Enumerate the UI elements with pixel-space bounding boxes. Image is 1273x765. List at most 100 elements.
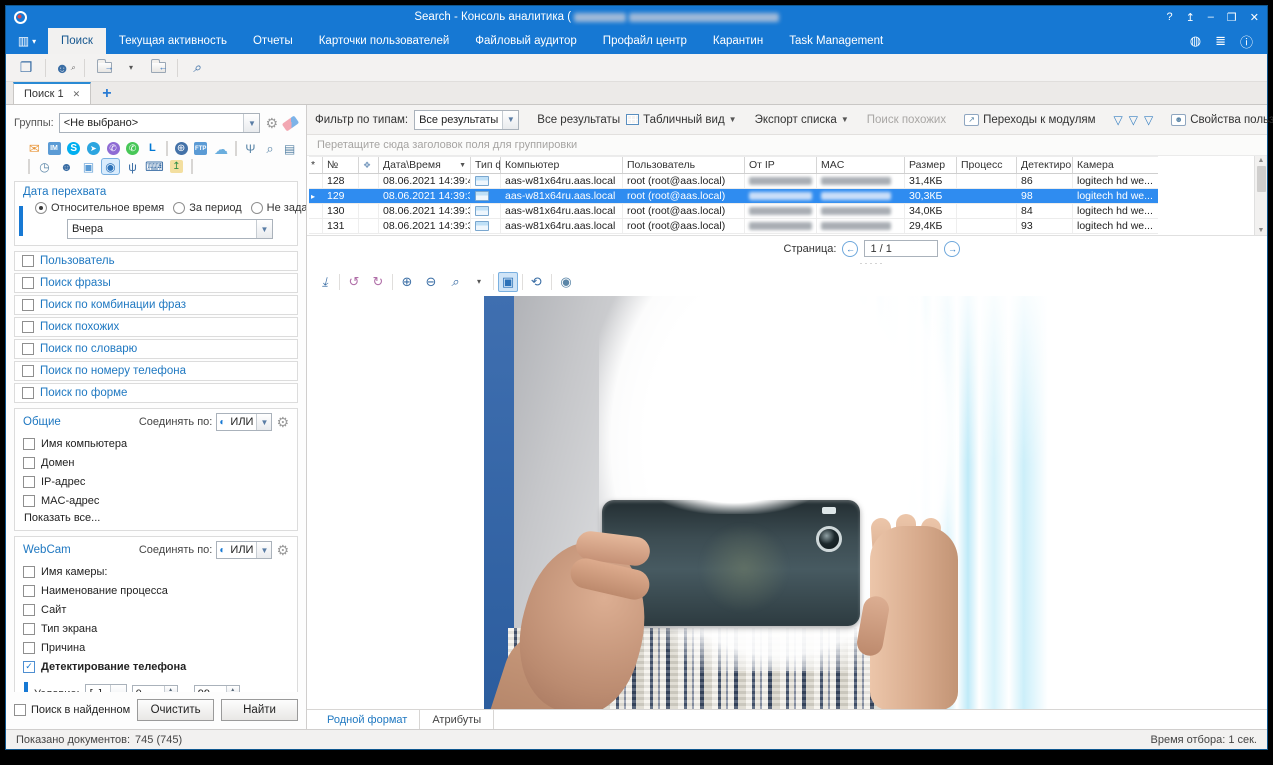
export-list-button[interactable]: Экспорт списка ▼ — [755, 114, 849, 126]
checkbox-icon[interactable] — [23, 457, 35, 469]
separator[interactable] — [493, 274, 494, 290]
menu-tab-task-management[interactable]: Task Management — [776, 28, 896, 54]
checkbox-item[interactable]: Домен — [23, 453, 289, 472]
splitter-handle[interactable]: ····· — [307, 261, 1267, 268]
save-image-icon[interactable]: ⤓ — [315, 272, 335, 292]
document-tab-search-1[interactable]: Поиск 1 ✕ — [13, 82, 91, 104]
viber-icon[interactable]: ✆ — [105, 140, 122, 157]
checkbox-item[interactable]: Детектирование телефона — [23, 657, 289, 676]
col-header-ip[interactable]: От IP — [745, 157, 817, 173]
search-in-found-checkbox[interactable]: Поиск в найденном — [14, 704, 130, 716]
tab-native-format[interactable]: Родной формат — [315, 710, 420, 729]
radio-option[interactable]: Относительное время — [35, 202, 164, 214]
checkbox-item[interactable]: MAC-адрес — [23, 491, 289, 510]
search-filter-row[interactable]: Поиск по комбинации фраз — [14, 295, 298, 315]
checkbox-icon[interactable] — [22, 277, 34, 289]
condition-from-stepper[interactable]: 0 ▲▼ — [132, 685, 178, 692]
sync-icon[interactable]: ⟲ — [527, 272, 547, 292]
table-scrollbar[interactable]: ▲ ▼ — [1254, 156, 1267, 235]
go-to-modules-button[interactable]: ↗ Переходы к модулям — [964, 114, 1095, 126]
id-search-button[interactable]: ⌕ — [186, 57, 208, 79]
filter-apply-icon[interactable]: ▽ — [1144, 113, 1153, 127]
http-icon[interactable]: ⊕ — [173, 140, 190, 157]
join-by-select[interactable]: ◐ ИЛИ ▼ — [216, 541, 272, 559]
ftp-icon[interactable]: FTP — [192, 140, 209, 157]
checkbox-icon[interactable] — [22, 387, 34, 399]
col-header-date[interactable]: Дата\Время ▼ — [379, 157, 471, 173]
checkbox-icon[interactable] — [23, 642, 35, 654]
col-header-camera[interactable]: Камера — [1073, 157, 1158, 173]
col-header-detected[interactable]: Детектирова — [1017, 157, 1073, 173]
monitor-icon[interactable]: ▣ — [79, 158, 98, 175]
close-tab-icon[interactable]: ✕ — [73, 89, 81, 100]
scroll-up-icon[interactable]: ▲ — [1258, 157, 1265, 164]
restore-button[interactable]: ❐ — [1227, 11, 1237, 24]
checkbox-icon[interactable] — [23, 585, 35, 597]
table-row[interactable]: 131 08.06.2021 14:39:33 aas-w81x64ru.aas… — [309, 219, 1158, 234]
separator[interactable] — [191, 159, 193, 174]
checkbox-icon[interactable] — [23, 476, 35, 488]
scroll-down-icon[interactable]: ▼ — [1258, 227, 1265, 234]
menu-tab-profile-center[interactable]: Профайл центр — [590, 28, 700, 54]
app-menu-button[interactable]: ▥ ▾ — [6, 28, 48, 54]
lync-icon[interactable]: L — [144, 140, 161, 157]
chevron-down-icon[interactable]: ▼ — [243, 114, 259, 132]
groups-select[interactable]: <Не выбрано> ▼ — [59, 113, 261, 133]
clear-button[interactable]: Очистить — [137, 699, 214, 721]
join-by-select[interactable]: ◐ ИЛИ ▼ — [216, 413, 272, 431]
import-search-button[interactable]: ← — [147, 57, 169, 79]
separator[interactable] — [551, 274, 552, 290]
col-header-user[interactable]: Пользователь — [623, 157, 745, 173]
search-filter-row[interactable]: Поиск по форме — [14, 383, 298, 403]
tag-icon[interactable]: ❖ — [363, 160, 371, 171]
checkbox-icon[interactable] — [23, 566, 35, 578]
checkbox-item[interactable]: Сайт — [23, 600, 289, 619]
table-row[interactable]: 128 08.06.2021 14:39:41 aas-w81x64ru.aas… — [309, 174, 1158, 189]
device-search-icon[interactable]: ⌕ — [262, 140, 279, 157]
zoom-menu-icon[interactable]: ⌕ — [445, 272, 465, 292]
whatsapp-icon[interactable]: ✆ — [124, 140, 141, 157]
printer-icon[interactable]: ▤ — [281, 140, 298, 157]
checkbox-icon[interactable] — [14, 704, 26, 716]
checkbox-icon[interactable] — [22, 299, 34, 311]
table-row[interactable]: 130 08.06.2021 14:39:36 aas-w81x64ru.aas… — [309, 204, 1158, 219]
col-header-number[interactable]: № — [323, 157, 359, 173]
zoom-out-icon[interactable]: ⊖ — [421, 272, 441, 292]
checkbox-icon[interactable] — [23, 495, 35, 507]
menu-tab-file-auditor[interactable]: Файловый аудитор — [462, 28, 590, 54]
next-page-button[interactable]: → — [944, 241, 960, 257]
col-header-filetype[interactable]: Тип фа — [471, 157, 501, 173]
checkbox-icon[interactable] — [22, 343, 34, 355]
condition-operator-select[interactable]: [..] ▼ — [85, 684, 127, 692]
type-filter-select[interactable]: Все результаты ▼ — [414, 110, 519, 130]
scrollbar-thumb[interactable] — [1257, 166, 1266, 192]
checkbox-icon[interactable] — [23, 438, 35, 450]
relative-period-select[interactable]: Вчера ▼ — [67, 219, 273, 239]
show-all-link[interactable]: Показать все... — [24, 512, 289, 524]
im-icon[interactable]: IM — [46, 140, 63, 157]
user-search-button[interactable]: ☻⌕ — [54, 57, 76, 79]
checkbox-item[interactable]: Тип экрана — [23, 619, 289, 638]
api-icon[interactable]: ◍ — [1190, 33, 1201, 49]
group-by-drop-zone[interactable]: Перетащите сюда заголовок поля для групп… — [307, 135, 1267, 156]
skype-icon[interactable]: S — [65, 140, 82, 157]
chevron-down-icon[interactable]: ▼ — [110, 685, 126, 692]
chevron-down-icon[interactable]: ▼ — [256, 542, 271, 558]
zoom-menu-caret[interactable]: ▾ — [469, 272, 489, 292]
webcam-icon[interactable]: ◉ — [101, 158, 120, 175]
chevron-down-icon[interactable]: ▼ — [256, 414, 271, 430]
window-copy-button[interactable]: ❐ — [15, 57, 37, 79]
col-header-marker[interactable]: * — [309, 157, 323, 173]
checkbox-icon[interactable] — [22, 255, 34, 267]
info-icon[interactable]: ⓘ — [1240, 32, 1253, 51]
microphone-icon[interactable]: ψ — [123, 158, 142, 175]
col-header-size[interactable]: Размер — [905, 157, 957, 173]
find-similar-button[interactable]: Поиск похожих — [867, 114, 946, 126]
chevron-down-icon[interactable]: ▼ — [502, 111, 518, 129]
checkbox-item[interactable]: IP-адрес — [23, 472, 289, 491]
menu-tab-current-activity[interactable]: Текущая активность — [106, 28, 240, 54]
checkbox-icon[interactable] — [23, 661, 35, 673]
prev-page-button[interactable]: ← — [842, 241, 858, 257]
all-results-button[interactable]: Все результаты — [537, 114, 620, 126]
keyboard-icon[interactable]: ⌨ — [145, 158, 164, 175]
